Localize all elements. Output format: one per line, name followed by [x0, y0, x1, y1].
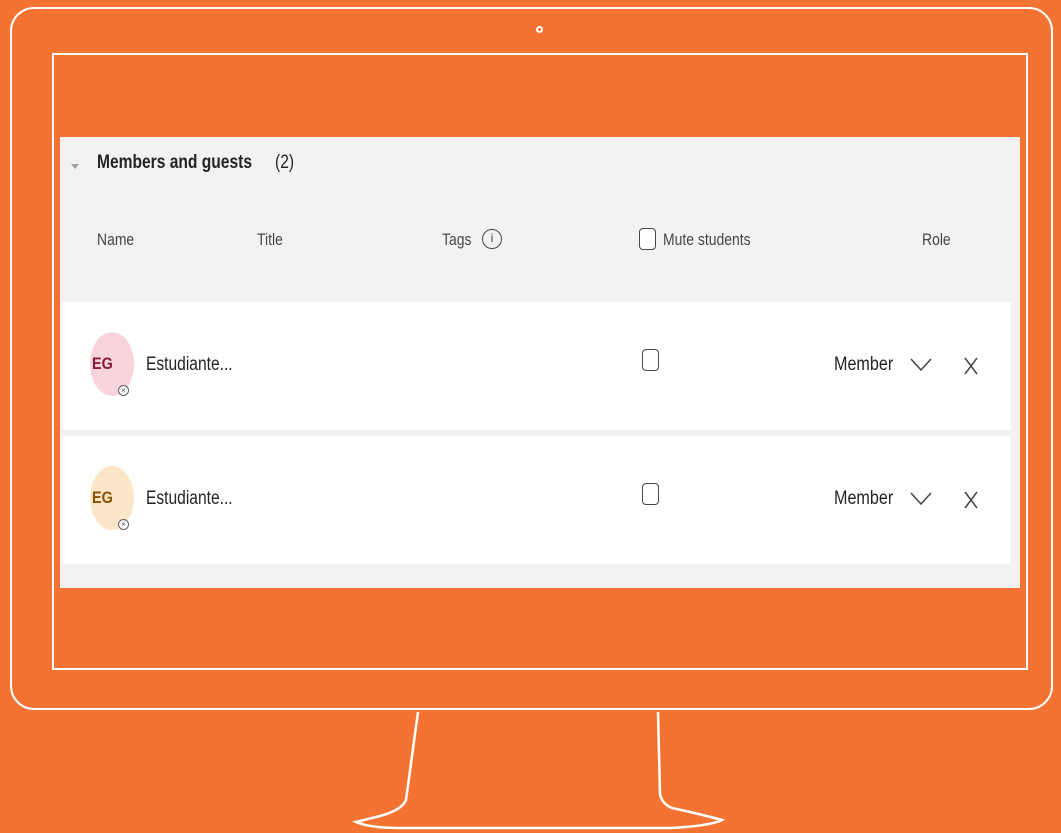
avatar-initials: EG — [92, 488, 113, 507]
desktop-illustration: Members and guests (2) Name Title Tags i… — [0, 0, 1061, 833]
monitor-stand — [352, 711, 726, 830]
mute-checkbox[interactable] — [642, 349, 659, 371]
column-header-role: Role — [922, 230, 951, 249]
member-name[interactable]: Estudiante... — [146, 354, 233, 376]
avatar-initials: EG — [92, 354, 113, 373]
role-dropdown[interactable]: Member — [834, 488, 893, 510]
presence-offline-icon: × — [118, 519, 129, 530]
column-header-tags: Tags — [442, 230, 472, 249]
presence-offline-icon: × — [118, 385, 129, 396]
role-dropdown[interactable]: Member — [834, 354, 893, 376]
collapse-caret-icon[interactable] — [71, 164, 79, 169]
members-panel: Members and guests (2) Name Title Tags i… — [60, 137, 1020, 588]
camera-icon — [536, 26, 543, 33]
member-name[interactable]: Estudiante... — [146, 488, 233, 510]
column-header-name: Name — [97, 230, 135, 249]
info-icon[interactable]: i — [482, 229, 502, 249]
chevron-down-icon[interactable] — [910, 492, 932, 506]
remove-icon[interactable] — [964, 357, 978, 375]
section-title: Members and guests — [97, 152, 252, 173]
chevron-down-icon[interactable] — [910, 358, 932, 372]
mute-all-checkbox[interactable] — [639, 228, 656, 250]
section-count: (2) — [275, 152, 295, 173]
mute-checkbox[interactable] — [642, 483, 659, 505]
column-header-mute[interactable]: Mute students — [663, 230, 751, 250]
member-row[interactable]: EG × Estudiante... Member — [62, 436, 1011, 564]
remove-icon[interactable] — [964, 491, 978, 509]
column-header-title: Title — [257, 230, 283, 249]
member-row[interactable]: EG × Estudiante... Member — [62, 302, 1011, 430]
